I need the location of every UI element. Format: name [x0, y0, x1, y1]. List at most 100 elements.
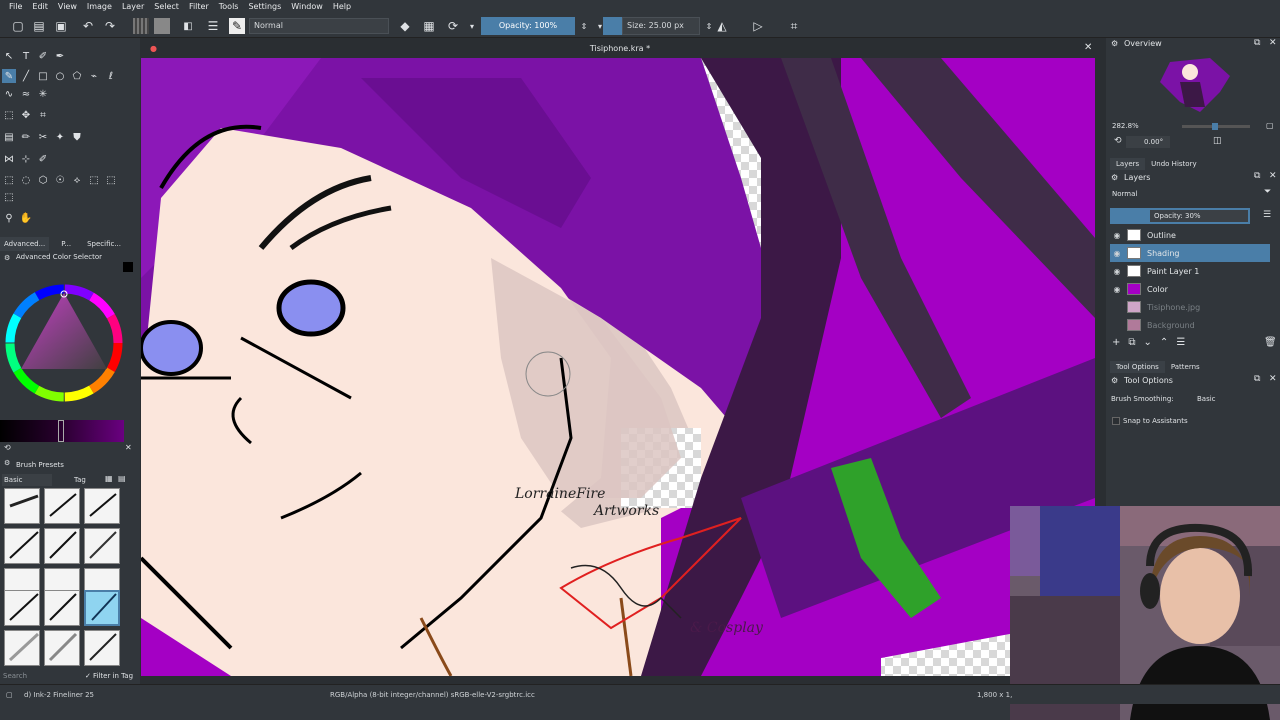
magnetic-select-icon[interactable]: ⬚ [2, 190, 16, 204]
eraser-icon[interactable]: ◆ [397, 18, 413, 34]
layer-row[interactable]: ◉ Color [1110, 280, 1270, 298]
blend-mode-select[interactable]: Normal [249, 18, 389, 34]
zoom-slider-handle[interactable] [1212, 123, 1218, 130]
brush-tag-select[interactable]: Basic [2, 474, 52, 486]
freehand-path-icon[interactable]: ∿ [2, 87, 16, 101]
crop-tool-icon[interactable]: ⌗ [36, 108, 50, 122]
redo-icon[interactable]: ↷ [102, 18, 118, 34]
pan-tool-icon[interactable]: ✋ [19, 211, 33, 225]
close-icon[interactable]: ✕ [1269, 171, 1277, 181]
freehand-brush-icon[interactable]: ✎ [2, 69, 16, 83]
layer-row[interactable]: Tisiphone.jpg [1110, 298, 1270, 316]
transform-icon[interactable]: ⬚ [2, 108, 16, 122]
layer-row-selected[interactable]: ◉ Shading [1110, 244, 1270, 262]
current-color-swatch[interactable] [123, 262, 133, 272]
menu-file[interactable]: File [4, 0, 27, 14]
crop-icon[interactable]: ⌗ [786, 18, 802, 34]
eye-icon[interactable]: ◉ [1110, 249, 1124, 258]
rect-select-icon[interactable]: ⬚ [2, 173, 16, 187]
layer-opacity-value[interactable]: Opacity: 30% [1150, 210, 1248, 222]
gradient-icon[interactable] [133, 18, 149, 34]
measure-tool-icon[interactable]: ⊹ [19, 152, 33, 166]
close-icon[interactable]: ✕ [1269, 374, 1277, 384]
eye-icon[interactable]: ◉ [1110, 231, 1124, 240]
save-icon[interactable]: ▣ [53, 18, 69, 34]
brush-preset-icon[interactable]: ✎ [229, 18, 245, 34]
reset-icon[interactable]: ⟲ [4, 443, 11, 452]
mirror-horizontal-icon[interactable]: ◭ [714, 18, 730, 34]
zoom-tool-icon[interactable]: ⚲ [2, 211, 16, 225]
move-up-icon[interactable]: ⌃ [1160, 337, 1168, 348]
polygon-select-icon[interactable]: ⬡ [36, 173, 50, 187]
fill-tool-icon[interactable]: ⛊ [70, 130, 84, 144]
opacity-slider[interactable]: Opacity: 100% [481, 17, 575, 35]
text-tool-icon[interactable]: T [19, 49, 33, 63]
rotation-field[interactable]: 0.00° [1126, 136, 1170, 148]
menu-image[interactable]: Image [82, 0, 117, 14]
filter-in-tag-label[interactable]: Filter in Tag [93, 670, 133, 682]
filter-checkbox-icon[interactable]: ✓ [85, 670, 91, 682]
menu-edit[interactable]: Edit [27, 0, 53, 14]
tab-patterns[interactable]: Patterns [1165, 361, 1206, 373]
eye-icon[interactable]: ◉ [1110, 267, 1124, 276]
reload-preset-icon[interactable]: ⟳ [445, 18, 461, 34]
polygon-tool-icon[interactable]: ⬠ [70, 69, 84, 83]
color-wheel[interactable] [2, 281, 126, 405]
menu-select[interactable]: Select [149, 0, 184, 14]
menu-settings[interactable]: Settings [243, 0, 286, 14]
layer-blend-select[interactable]: Normal [1110, 188, 1255, 200]
add-layer-icon[interactable]: + [1112, 337, 1120, 348]
tag-button[interactable]: Tag [74, 474, 86, 486]
settings-icon[interactable]: ⚙ [4, 459, 10, 467]
colorize-mask-icon[interactable]: ✂ [36, 130, 50, 144]
assistant-tool-icon[interactable]: ⋈ [2, 152, 16, 166]
layer-row[interactable]: ◉ Outline [1110, 226, 1270, 244]
brush-editor-icon[interactable]: ☰ [205, 18, 221, 34]
opacity-spin-icon[interactable]: ⇕ [576, 18, 592, 34]
multibrush-icon[interactable]: ✳ [36, 87, 50, 101]
move-down-icon[interactable]: ⌄ [1144, 337, 1152, 348]
color-picker-icon[interactable]: ✏ [19, 130, 33, 144]
menu-layer[interactable]: Layer [117, 0, 149, 14]
freehand-select-icon[interactable]: ☉ [53, 173, 67, 187]
similar-select-icon[interactable]: ⬚ [87, 173, 101, 187]
float-icon[interactable]: ⧉ [1254, 171, 1260, 181]
current-brush[interactable]: d) Ink-2 Fineliner 25 [24, 685, 94, 705]
zoom-level[interactable]: 282.8% [1112, 122, 1139, 130]
new-document-icon[interactable]: ▢ [10, 18, 26, 34]
edit-shapes-icon[interactable]: ✐ [36, 49, 50, 63]
line-tool-icon[interactable]: ╱ [19, 69, 33, 83]
undo-icon[interactable]: ↶ [80, 18, 96, 34]
rotate-icon[interactable]: ⟲ [1114, 136, 1122, 146]
tab-specific-color[interactable]: Specific... [83, 237, 125, 251]
layer-row[interactable]: Background [1110, 316, 1270, 334]
open-document-icon[interactable]: ▤ [31, 18, 47, 34]
color-slider-handle[interactable] [58, 420, 64, 442]
overview-thumbnail[interactable] [1150, 52, 1236, 116]
settings-icon[interactable]: ⚙ [1111, 173, 1118, 182]
fit-icon[interactable]: ▢ [1266, 121, 1274, 130]
menu-tools[interactable]: Tools [214, 0, 244, 14]
dynamic-brush-icon[interactable]: ≈ [19, 87, 33, 101]
properties-icon[interactable]: ☰ [1176, 337, 1185, 348]
contiguous-select-icon[interactable]: ⟡ [70, 173, 84, 187]
duplicate-layer-icon[interactable]: ⧉ [1128, 337, 1135, 348]
settings-icon[interactable]: ⚙ [1111, 39, 1118, 48]
tab-undo-history[interactable]: Undo History [1145, 158, 1202, 170]
bezier-select-icon[interactable]: ⬚ [104, 173, 118, 187]
settings-icon[interactable]: ⚙ [1111, 376, 1118, 385]
ellipse-select-icon[interactable]: ◌ [19, 173, 33, 187]
menu-window[interactable]: Window [286, 0, 328, 14]
close-icon[interactable]: ✕ [1269, 38, 1277, 48]
dropdown-icon[interactable]: ▾ [464, 18, 480, 34]
fg-bg-color-icon[interactable]: ◧ [180, 18, 196, 34]
mirror-icon[interactable]: ◫ [1213, 136, 1222, 146]
layer-row[interactable]: ◉ Paint Layer 1 [1110, 262, 1270, 280]
float-icon[interactable]: ⧉ [1254, 38, 1260, 48]
tab-advanced-color[interactable]: Advanced... [0, 237, 50, 251]
ellipse-tool-icon[interactable]: ○ [53, 69, 67, 83]
list-view-icon[interactable]: ▤ [118, 474, 126, 483]
mirror-vertical-icon[interactable]: ▷ [750, 18, 766, 34]
rectangle-tool-icon[interactable]: □ [36, 69, 50, 83]
gradient-tool-icon[interactable]: ▤ [2, 130, 16, 144]
